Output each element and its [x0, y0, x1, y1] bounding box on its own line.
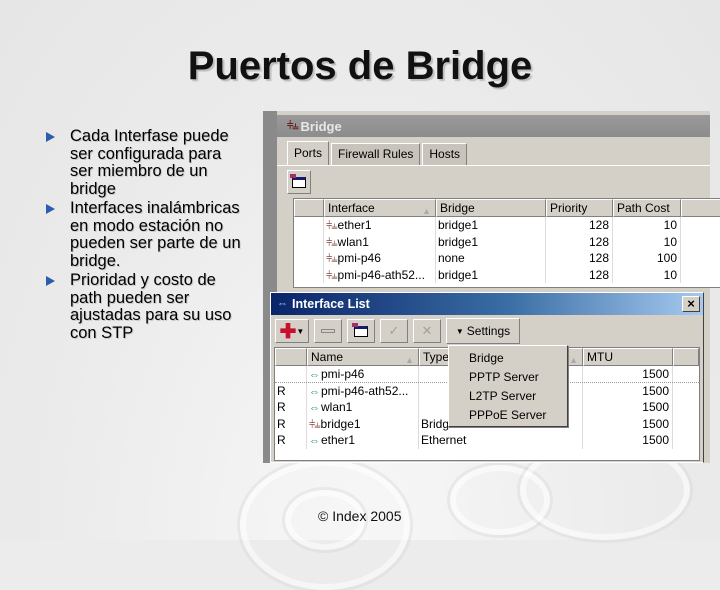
- sort-icon: ▲: [422, 206, 431, 216]
- col-name[interactable]: Name ▲: [307, 348, 419, 366]
- bullet-arrow-icon: [46, 276, 55, 286]
- bullet-item: Interfaces inalámbricas en modo estación…: [46, 199, 246, 270]
- settings-menu: Bridge PPTP Server L2TP Server PPPoE Ser…: [448, 345, 568, 427]
- ethernet-icon: ⇔: [309, 385, 320, 398]
- settings-dropdown-button[interactable]: ▼ Settings: [446, 318, 520, 344]
- bullet-arrow-icon: [46, 132, 55, 142]
- menu-item-pppoe-server[interactable]: PPPoE Server: [469, 406, 567, 425]
- plus-icon: ✚: [279, 320, 297, 343]
- bullet-list: Cada Interfase puede ser configurada par…: [46, 127, 246, 344]
- table-row[interactable]: ⫩⫨wlan1 bridge1 128 10: [294, 233, 720, 250]
- bridge-window-titlebar[interactable]: ⫩⫨ Bridge: [277, 115, 710, 137]
- window-button[interactable]: [347, 319, 375, 343]
- sort-icon: ▲: [569, 355, 578, 365]
- check-icon: ✓: [388, 323, 400, 338]
- enable-button[interactable]: ✓: [380, 319, 408, 343]
- menu-item-bridge[interactable]: Bridge: [469, 349, 567, 368]
- footer-copyright: © Index 2005: [318, 508, 402, 524]
- ethernet-icon: ⇔: [309, 402, 320, 414]
- table-row[interactable]: ⫩⫨ether1 bridge1 128 10: [294, 217, 720, 234]
- table-header: Interface ▲ Bridge Priority Path Cost: [294, 199, 720, 217]
- menu-item-pptp-server[interactable]: PPTP Server: [469, 368, 567, 387]
- tab-ports[interactable]: Ports: [287, 141, 330, 165]
- add-button[interactable]: ✚ ▼: [275, 319, 309, 343]
- ethernet-icon: ⇔: [309, 435, 320, 447]
- interface-icon: ⇔: [277, 298, 288, 310]
- tab-firewall-rules[interactable]: Firewall Rules: [331, 143, 421, 165]
- bullet-arrow-icon: [46, 204, 55, 214]
- col-bridge[interactable]: Bridge: [436, 199, 546, 217]
- slide: Puertos de Bridge Cada Interfase puede s…: [0, 0, 720, 590]
- tab-hosts[interactable]: Hosts: [422, 143, 468, 165]
- ethernet-icon: ⇔: [309, 369, 320, 381]
- bullet-item: Cada Interfase puede ser configurada par…: [46, 127, 246, 198]
- table-row[interactable]: ⫩⫨pmi-p46 none 128 100: [294, 250, 720, 267]
- bridge-icon: ⫩⫨: [287, 119, 298, 132]
- chevron-down-icon: ▼: [296, 326, 305, 336]
- bridge-tabs: Ports Firewall Rules Hosts: [277, 137, 710, 166]
- bridge-port-icon: ⫩⫨: [326, 269, 337, 282]
- menu-item-l2tp-server[interactable]: L2TP Server: [469, 387, 567, 406]
- bridge-port-icon: ⫩⫨: [326, 236, 337, 249]
- bridge-icon: ⫩⫨: [309, 418, 320, 431]
- col-priority[interactable]: Priority: [546, 199, 613, 217]
- bullet-item: Prioridad y costo de path pueden ser aju…: [46, 271, 246, 342]
- bridge-ports-table: Interface ▲ Bridge Priority Path Cost ⫩⫨e…: [293, 198, 720, 288]
- remove-button[interactable]: [314, 319, 342, 343]
- window-icon: [352, 322, 368, 337]
- bridge-port-icon: ⫩⫨: [326, 253, 337, 265]
- table-row[interactable]: R ⇔ether1 Ethernet 1500: [275, 432, 699, 449]
- window-icon: [290, 173, 306, 188]
- x-icon: ✕: [421, 323, 433, 338]
- interface-toolbar: ✚ ▼ ✓ ✕ ▼ Settings: [271, 315, 703, 346]
- disable-button[interactable]: ✕: [413, 319, 441, 343]
- window-button[interactable]: [287, 170, 311, 194]
- close-button[interactable]: ×: [682, 296, 700, 312]
- col-interface[interactable]: Interface ▲: [324, 199, 436, 217]
- interface-list-titlebar[interactable]: ⇔ Interface List: [271, 293, 703, 315]
- col-path-cost[interactable]: Path Cost: [613, 199, 681, 217]
- bridge-port-icon: ⫩⫨: [326, 220, 337, 232]
- col-mtu[interactable]: MTU: [583, 348, 673, 366]
- minus-icon: [321, 329, 335, 333]
- bridge-toolbar: [277, 166, 710, 198]
- table-row[interactable]: ⫩⫨pmi-p46-ath52... bridge1 128 10: [294, 266, 720, 283]
- slide-title: Puertos de Bridge: [187, 44, 533, 88]
- chevron-down-icon: ▼: [455, 326, 464, 336]
- sort-icon: ▲: [405, 355, 414, 365]
